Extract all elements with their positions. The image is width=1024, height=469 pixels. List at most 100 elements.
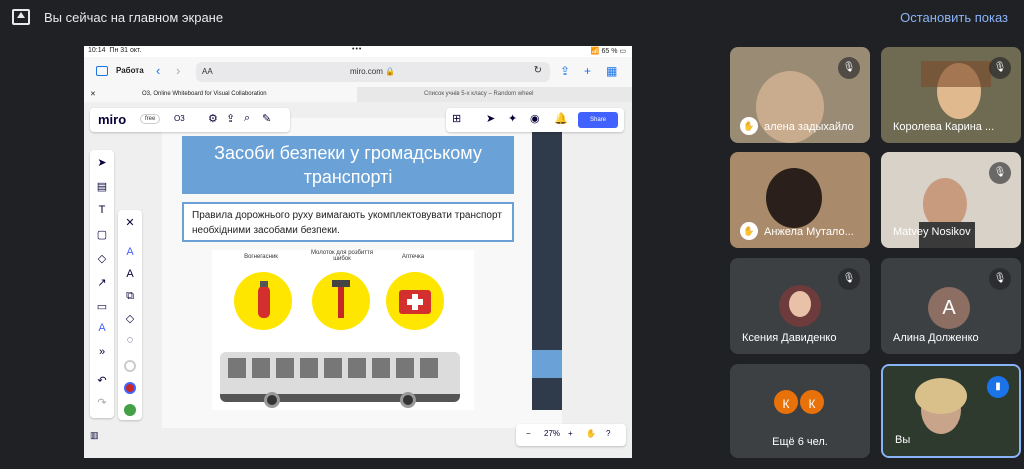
url-host: miro.com 🔒 [350,67,396,76]
browser-toolbar: Работа ‹ › AA miro.com 🔒 ↻ ⇪ + ▦ [84,57,632,87]
participant-name: Matvey Nosikov [893,226,971,238]
participant-tile[interactable]: ✋ Анжела Мутало... [730,152,870,248]
miro-canvas[interactable]: Засоби безпеки у громадському транспорті… [84,102,632,458]
label-first-aid: Аптечка [401,254,425,260]
share-button[interactable]: Share [578,112,618,128]
address-bar[interactable]: AA miro.com 🔒 ↻ [196,62,550,82]
status-time: 10:14 Пн 31 окт. [88,47,142,54]
bus-image [220,352,460,408]
color-red-swatch[interactable] [124,382,136,394]
mic-off-icon: 🎙 [989,162,1011,184]
magic-icon[interactable]: ✎ [262,112,271,125]
raised-hand-icon: ✋ [740,117,758,135]
color-green-swatch[interactable] [124,404,136,416]
mic-off-icon: 🎙 [838,57,860,79]
more-tools-icon[interactable]: » [90,346,114,358]
participant-name: Королева Карина ... [893,121,995,133]
sticky-note-icon[interactable]: ▢ [90,228,114,241]
sidebar-frame [532,118,562,410]
text-tool-icon[interactable]: T [90,204,114,216]
connector-icon[interactable]: ↗ [90,276,114,289]
new-tab-icon[interactable]: + [584,65,591,77]
participant-tile[interactable]: 🎙 Ксения Давиденко [730,258,870,354]
marker-icon[interactable]: A [118,268,142,280]
tab-overview-icon[interactable]: ▦ [606,65,617,77]
export-icon[interactable]: ⇪ [226,112,235,125]
undo-icon[interactable]: ↶ [90,374,114,387]
user-avatar[interactable]: ◉ [530,112,540,125]
back-icon[interactable]: ‹ [156,63,160,78]
tab-miro[interactable]: ✕ O3, Online Whiteboard for Visual Colla… [84,87,357,102]
safety-illustration: Вогнегасник Молоток для розбиття шибок А… [212,250,474,410]
board-frame: Засоби безпеки у громадському транспорті… [162,118,562,428]
settings-icon[interactable]: ⚙ [208,112,218,125]
color-black-swatch[interactable] [124,360,136,372]
hand-tool-icon[interactable]: ✋ [586,429,596,438]
more-participants-label: Ещё 6 чел. [772,436,828,448]
rules-text: Правила дорожнього руху вимагають укомпл… [182,202,514,242]
apps-icon[interactable]: ⊞ [452,112,461,125]
close-pen-panel-icon[interactable]: ✕ [118,216,142,229]
redo-icon[interactable]: ↷ [90,396,114,409]
status-battery: 📶 65 % ▭ [590,48,626,55]
comment-icon[interactable]: ▭ [90,300,114,313]
shared-screen: 10:14 Пн 31 окт. ••• 📶 65 % ▭ Работа ‹ ›… [84,46,632,458]
ipad-status-bar: 10:14 Пн 31 окт. ••• 📶 65 % ▭ [84,46,632,57]
raised-hand-icon: ✋ [740,222,758,240]
mic-off-icon: 🎙 [838,268,860,290]
participant-initial-avatar: К [772,388,800,416]
sidebar-icon[interactable] [96,66,108,76]
participant-name: Анжела Мутало... [764,226,854,238]
extinguisher-icon [234,272,292,330]
participant-tile[interactable]: 🎙 Matvey Nosikov [881,152,1021,248]
plan-badge: free [140,114,161,124]
pen-tool-icon[interactable]: A [90,322,114,334]
label-hammer: Молоток для розбиття шибок [310,250,374,262]
tab-group-label[interactable]: Работа [116,66,144,75]
participant-name: Алина Долженко [893,332,979,344]
board-name[interactable]: O3 [174,114,185,123]
zoom-in-button[interactable]: + [568,429,573,438]
stop-presenting-button[interactable]: Остановить показ [900,10,1008,25]
self-tile[interactable]: ▮ Вы [881,364,1021,458]
smart-draw-icon[interactable]: ⧉ [118,290,142,303]
participant-name: алена задыхайло [764,121,854,133]
help-icon[interactable]: ? [606,429,610,438]
participant-initial-avatar: К [798,388,826,416]
reactions-icon[interactable]: ✦ [508,112,517,125]
frames-panel-icon[interactable]: ▥ [90,430,99,441]
forward-icon[interactable]: › [176,63,180,78]
miro-logo: miro [98,112,127,127]
presenting-message: Вы сейчас на главном экране [44,10,224,25]
share-icon[interactable]: ⇪ [560,65,570,77]
templates-icon[interactable]: ▤ [90,180,114,193]
search-icon[interactable]: ⌕ [244,112,250,125]
speaking-indicator-icon: ▮ [987,376,1009,398]
miro-top-toolbar: miro free O3 ⚙ ⇪ ⌕ ✎ [90,108,290,132]
zoom-out-button[interactable]: − [526,429,531,438]
reload-icon[interactable]: ↻ [534,65,542,76]
zoom-level[interactable]: 27% [544,429,560,438]
pen-options-panel: ✕ A A ⧉ ◇ ◌ [118,210,142,420]
label-extinguisher: Вогнегасник [244,254,278,260]
first-aid-kit-icon [386,272,444,330]
notifications-icon[interactable]: 🔔 [554,112,568,125]
participant-tile[interactable]: А 🎙 Алина Долженко [881,258,1021,354]
present-screen-icon [12,9,30,25]
participant-tile[interactable]: 🎙 ✋ алена задыхайло [730,47,870,143]
browser-tabs: ✕ O3, Online Whiteboard for Visual Colla… [84,87,632,102]
participant-tile[interactable]: 🎙 Королева Карина ... [881,47,1021,143]
participant-initial-avatar: А [928,287,970,329]
more-participants-tile[interactable]: К К Ещё 6 чел. [730,364,870,458]
shapes-icon[interactable]: ◇ [90,252,114,265]
board-title: Засоби безпеки у громадському транспорті [182,136,514,194]
reader-aa-button[interactable]: AA [202,67,213,76]
lasso-icon[interactable]: ◌ [118,334,142,346]
mic-off-icon: 🎙 [989,57,1011,79]
eraser-icon[interactable]: ◇ [118,312,142,325]
select-tool-icon[interactable]: ➤ [90,156,114,169]
close-tab-icon[interactable]: ✕ [90,90,96,98]
pen-icon[interactable]: A [118,246,142,258]
multitask-dots-icon[interactable]: ••• [352,46,362,53]
cursor-icon[interactable]: ➤ [486,112,495,125]
